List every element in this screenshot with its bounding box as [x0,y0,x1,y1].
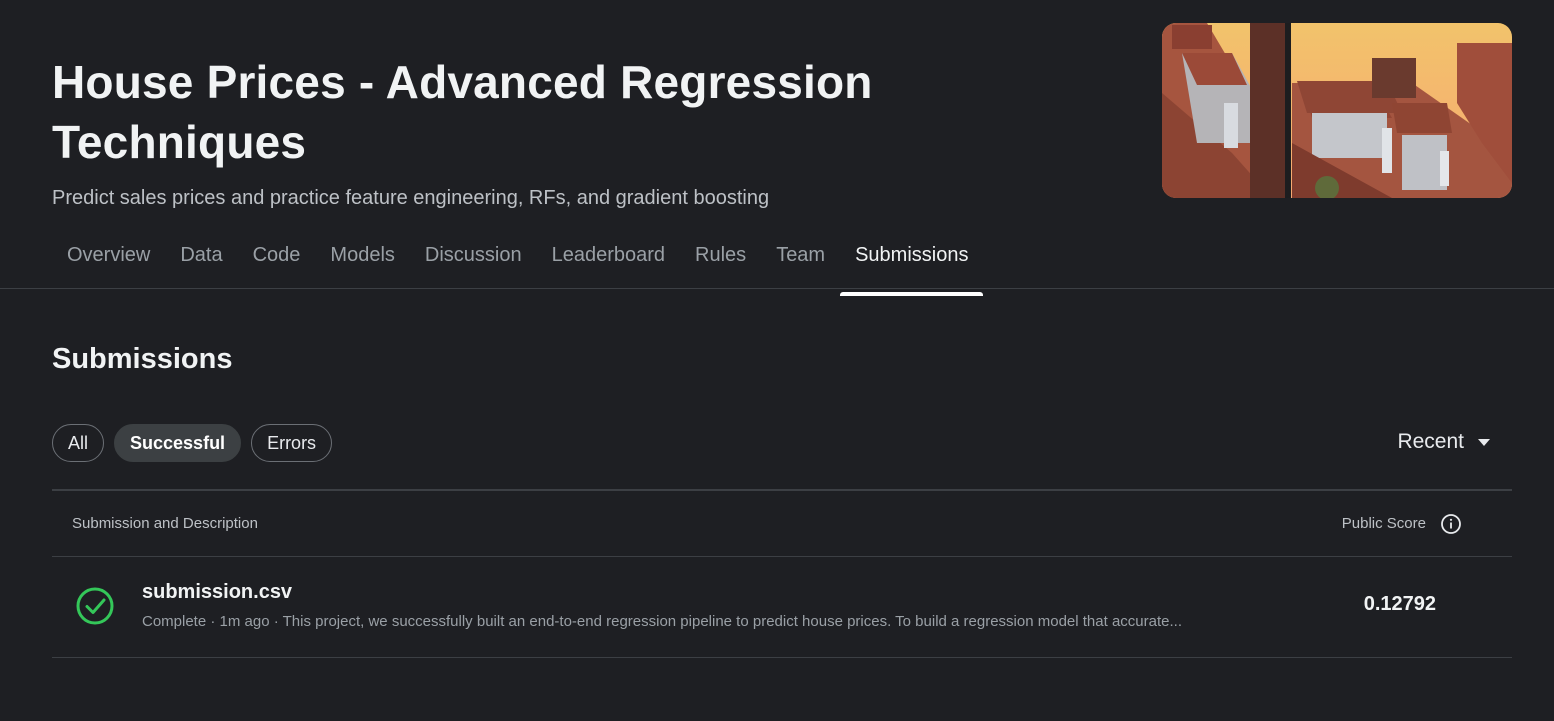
sort-dropdown[interactable]: Recent [1397,430,1490,454]
competition-title: House Prices - Advanced Regression Techn… [52,56,873,168]
submission-description: Complete · 1m ago · This project, we suc… [142,613,1182,630]
sort-label: Recent [1397,430,1464,453]
tab-team[interactable]: Team [761,236,840,288]
competition-header-image [1162,23,1512,198]
competition-header: House Prices - Advanced Regression Techn… [52,52,1132,212]
column-header-public-score: Public Score [1341,515,1426,532]
filter-all-chip[interactable]: All [52,424,105,462]
tab-rules[interactable]: Rules [680,236,761,288]
tab-code[interactable]: Code [238,236,316,288]
column-header-submission: Submission and Description [72,515,258,532]
public-score-value: 0.12792 [1363,593,1436,615]
submission-info: submission.csv Complete · 1m ago · This … [142,579,1322,630]
caret-down-icon [1478,438,1490,446]
tab-overview[interactable]: Overview [52,236,165,288]
tabs-divider [0,288,1554,289]
table-row[interactable]: submission.csv Complete · 1m ago · This … [52,557,1512,658]
competition-subtitle: Predict sales prices and practice featur… [52,187,770,209]
info-icon[interactable] [1440,513,1462,535]
check-circle-icon [76,587,114,625]
tab-models[interactable]: Models [315,236,409,288]
filter-successful-chip[interactable]: Successful [114,424,242,462]
filter-errors-chip[interactable]: Errors [251,424,333,462]
tab-discussion[interactable]: Discussion [410,236,537,288]
tab-leaderboard[interactable]: Leaderboard [537,236,680,288]
column-header-score-group: Public Score [1342,513,1462,535]
competition-tabs: Overview Data Code Models Discussion Lea… [52,236,984,296]
submission-filename[interactable]: submission.csv [142,579,1322,605]
submission-filters: All Successful Errors [52,424,333,462]
table-header: Submission and Description Public Score [52,491,1512,557]
submissions-table: Submission and Description Public Score … [52,489,1512,658]
page: House Prices - Advanced Regression Techn… [0,0,1554,721]
section-title: Submissions [52,343,233,375]
tab-data[interactable]: Data [165,236,237,288]
tab-submissions[interactable]: Submissions [840,236,984,296]
